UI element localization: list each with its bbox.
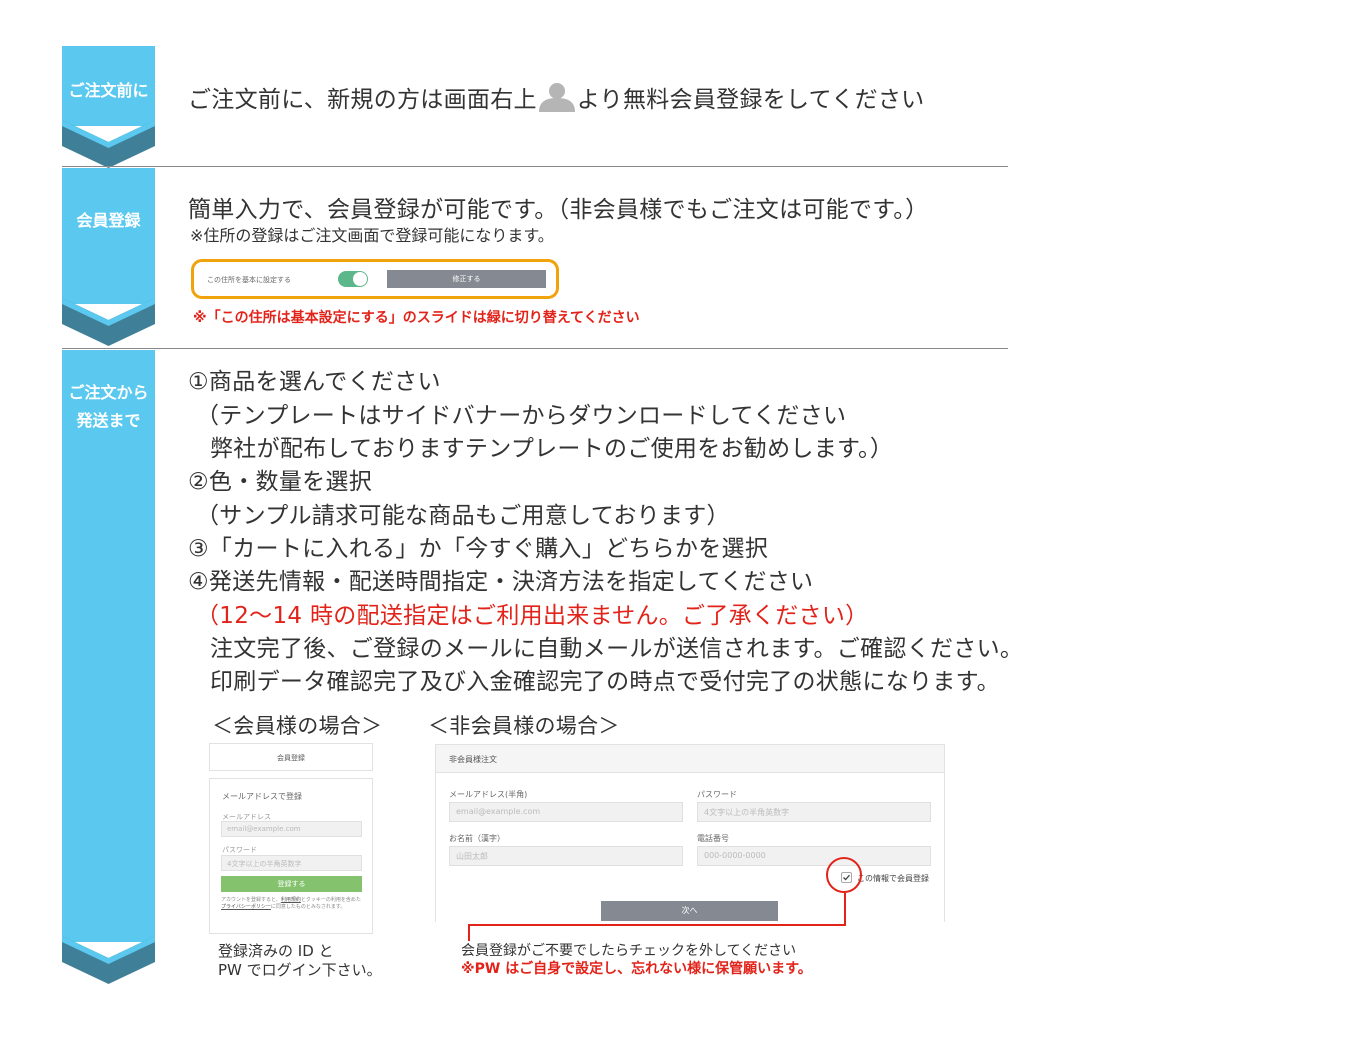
member-password-input[interactable]: 4文字以上の半角英数字	[221, 855, 362, 871]
guest-checkbox-label: この情報で会員登録	[857, 874, 929, 883]
intro-after: より無料会員登録をしてください	[576, 87, 925, 113]
guest-caption: 会員登録がご不要でしたらチェックを外してください ※PW はご自身で設定し、忘れ…	[461, 942, 812, 978]
step2-bar	[62, 168, 155, 304]
user-icon	[537, 82, 577, 112]
guest-caption-line2: ※PW はご自身で設定し、忘れない様に保管願います。	[461, 961, 812, 977]
terms-link[interactable]: 利用規約	[281, 897, 301, 903]
step3-label-line2: 発送まで	[76, 411, 141, 430]
order-line-3: 弊社が配布しておりますテンプレートのご使用をお勧めします。）	[210, 436, 894, 462]
annotation-connector	[468, 893, 846, 941]
divider-1	[62, 166, 1008, 167]
step1-label: ご注文前に	[68, 81, 149, 100]
guest-password-label: パスワード	[697, 790, 737, 799]
order-after-line-2: 印刷データ確認完了及び入金確認完了の時点で受付完了の状態になります。	[210, 669, 1000, 695]
guest-caption-line1: 会員登録がご不要でしたらチェックを外してください	[461, 943, 797, 959]
terms-suffix: に同意したものとみなされます。	[270, 904, 346, 910]
step2-chevron	[62, 298, 155, 346]
member-terms: アカウントを登録すると、利用規約とクッキーの利用を含めたプライバシーポリシーに同…	[221, 897, 365, 911]
member-caption-line1: 登録済みの ID と	[218, 942, 334, 960]
order-red-line: （12〜14 時の配送指定はご利用出来ません。ご了承ください）	[196, 603, 869, 629]
guest-panel-header: 非会員様注文	[436, 745, 944, 773]
member-password-label: パスワード	[222, 846, 257, 854]
member-panel-header: 会員登録	[209, 743, 373, 771]
order-line-7: ④発送先情報・配送時間指定・決済方法を指定してください	[188, 569, 814, 595]
toggle-label: この住所を基本に設定する	[207, 276, 291, 284]
guest-phone-input[interactable]: 000-0000-0000	[697, 846, 931, 866]
member-register-button[interactable]: 登録する	[221, 876, 362, 892]
guest-panel-title: 非会員様注文	[449, 755, 497, 764]
register-heading: 簡単入力で、会員登録が可能です。（非会員様でもご注文は可能です。）	[188, 197, 929, 223]
default-address-toggle[interactable]	[338, 271, 368, 287]
member-case-title: ＜会員様の場合＞	[212, 714, 383, 738]
member-section-title: メールアドレスで登録	[222, 792, 302, 801]
order-after-line-1: 注文完了後、ご登録のメールに自動メールが送信されます。ご確認ください。	[210, 636, 1024, 662]
order-line-1: ①商品を選んでください	[188, 369, 441, 395]
step1-chevron	[62, 120, 155, 168]
guest-password-input[interactable]: 4文字以上の半角英数字	[697, 802, 931, 822]
step2-label: 会員登録	[76, 211, 141, 230]
order-line-4: ②色・数量を選択	[188, 469, 373, 495]
member-email-input[interactable]: email@example.com	[221, 821, 362, 837]
guest-case-title: ＜非会員様の場合＞	[428, 714, 620, 738]
member-form-panel: メールアドレスで登録 メールアドレス email@example.com パスワ…	[209, 778, 373, 934]
toggle-knob	[353, 272, 367, 286]
terms-mid: とクッキーの利用を含めた	[300, 897, 361, 903]
order-line-2: （テンプレートはサイドバナーからダウンロードしてください	[196, 403, 847, 429]
edit-button[interactable]: 修正する	[387, 270, 546, 288]
guest-name-label: お名前（漢字）	[449, 834, 505, 843]
terms-prefix: アカウントを登録すると、	[221, 897, 281, 903]
divider-2	[62, 348, 1008, 349]
step3-chevron	[62, 936, 155, 984]
step3-label-line1: ご注文から	[68, 383, 149, 402]
intro-before: ご注文前に、新規の方は画面右上	[188, 87, 537, 113]
step3-bar	[62, 350, 155, 942]
intro-text: ご注文前に、新規の方は画面右上 より無料会員登録をしてください	[188, 80, 924, 114]
guest-email-label: メールアドレス(半角)	[449, 790, 528, 799]
guest-name-input[interactable]: 山田太郎	[449, 846, 683, 866]
member-caption-line2: PW でログイン下さい。	[218, 961, 382, 979]
guest-phone-label: 電話番号	[697, 834, 729, 843]
order-line-6: ③「カートに入れる」か「今すぐ購入」どちらかを選択	[188, 536, 769, 562]
member-caption: 登録済みの ID と PW でログイン下さい。	[218, 942, 382, 980]
checkbox-highlight-circle	[826, 857, 862, 893]
order-line-5: （サンプル請求可能な商品もご用意しております）	[196, 503, 730, 529]
guest-email-input[interactable]: email@example.com	[449, 802, 683, 822]
member-panel-title: 会員登録	[277, 754, 305, 762]
toggle-warning: ※「この住所は基本設定にする」のスライドは緑に切り替えてください	[193, 310, 640, 326]
register-note: ※住所の登録はご注文画面で登録可能になります。	[190, 226, 554, 245]
privacy-link[interactable]: プライバシーポリシー	[221, 904, 271, 910]
